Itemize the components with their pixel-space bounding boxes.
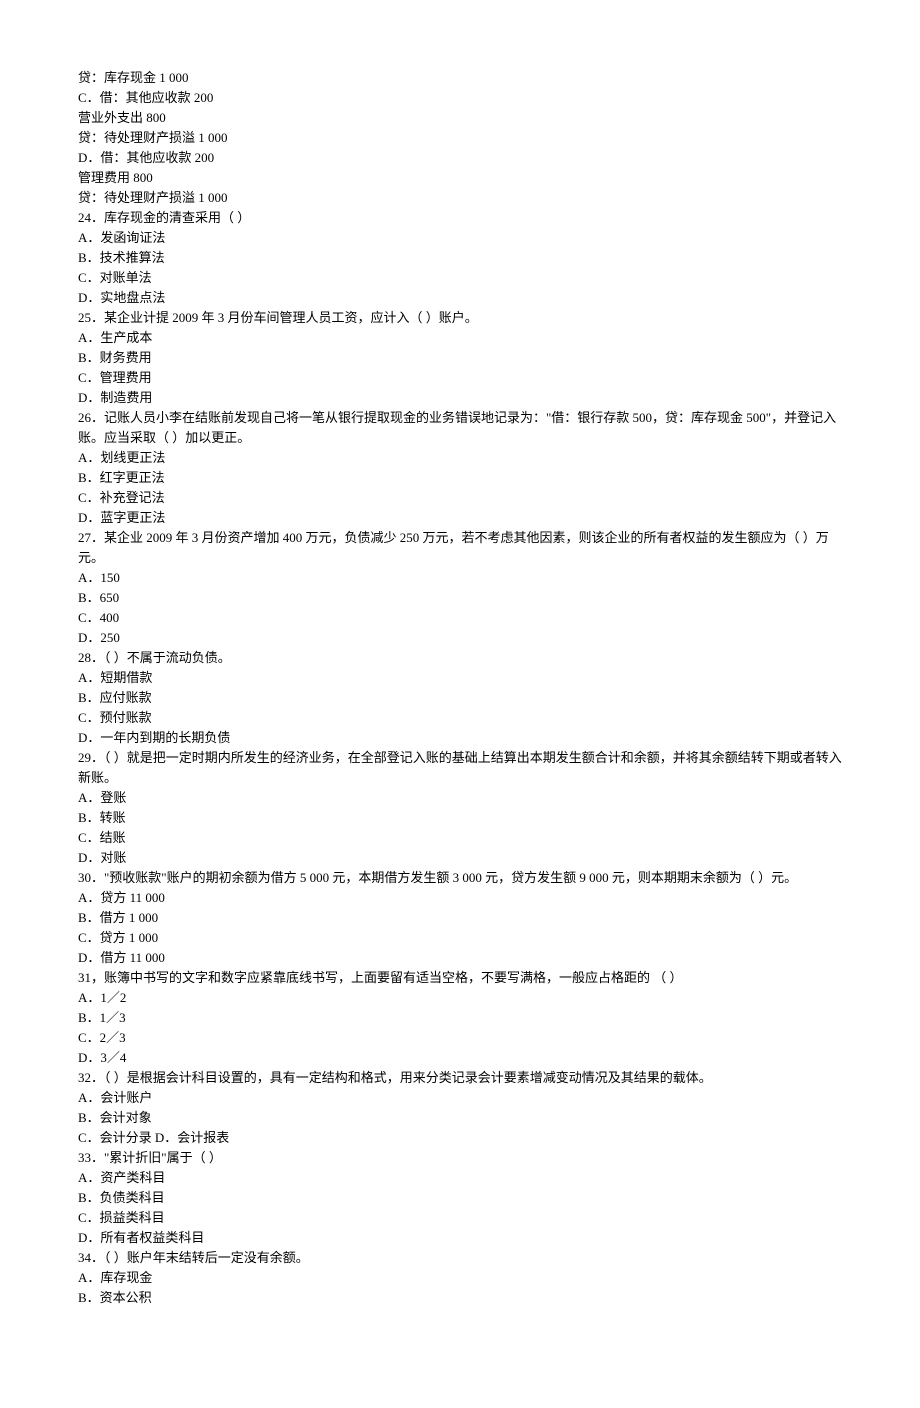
text-line: A．会计账户 — [78, 1088, 842, 1108]
text-line: B．1／3 — [78, 1008, 842, 1028]
text-line: 33．"累计折旧"属于（ ） — [78, 1148, 842, 1168]
text-line: C．管理费用 — [78, 368, 842, 388]
text-line: 贷：待处理财产损溢 1 000 — [78, 128, 842, 148]
text-line: C．结账 — [78, 828, 842, 848]
text-line: A．1／2 — [78, 988, 842, 1008]
text-line: A．资产类科目 — [78, 1168, 842, 1188]
text-line: B．技术推算法 — [78, 248, 842, 268]
text-line: B．财务费用 — [78, 348, 842, 368]
text-line: C．补充登记法 — [78, 488, 842, 508]
text-line: 营业外支出 800 — [78, 108, 842, 128]
text-line: D．制造费用 — [78, 388, 842, 408]
text-line: C．贷方 1 000 — [78, 928, 842, 948]
text-line: 管理费用 800 — [78, 168, 842, 188]
text-line: C．400 — [78, 608, 842, 628]
text-line: A．150 — [78, 568, 842, 588]
text-line: 24．库存现金的清查采用（ ） — [78, 208, 842, 228]
text-line: B．借方 1 000 — [78, 908, 842, 928]
text-line: B．资本公积 — [78, 1288, 842, 1308]
text-line: 27．某企业 2009 年 3 月份资产增加 400 万元，负债减少 250 万… — [78, 528, 842, 568]
text-line: D．借：其他应收款 200 — [78, 148, 842, 168]
text-line: 贷：待处理财产损溢 1 000 — [78, 188, 842, 208]
text-line: 贷：库存现金 1 000 — [78, 68, 842, 88]
text-line: C．会计分录 D．会计报表 — [78, 1128, 842, 1148]
text-line: D．对账 — [78, 848, 842, 868]
text-line: C．2／3 — [78, 1028, 842, 1048]
text-line: A．贷方 11 000 — [78, 888, 842, 908]
text-line: A．库存现金 — [78, 1268, 842, 1288]
text-line: D．250 — [78, 628, 842, 648]
document-body: 贷：库存现金 1 000C．借：其他应收款 200营业外支出 800贷：待处理财… — [78, 68, 842, 1308]
text-line: A．登账 — [78, 788, 842, 808]
text-line: 31，账簿中书写的文字和数字应紧靠底线书写，上面要留有适当空格，不要写满格，一般… — [78, 968, 842, 988]
text-line: A．划线更正法 — [78, 448, 842, 468]
text-line: A．发函询证法 — [78, 228, 842, 248]
text-line: B．会计对象 — [78, 1108, 842, 1128]
text-line: C．预付账款 — [78, 708, 842, 728]
text-line: C．对账单法 — [78, 268, 842, 288]
text-line: 29．（ ）就是把一定时期内所发生的经济业务，在全部登记入账的基础上结算出本期发… — [78, 748, 842, 788]
text-line: B．650 — [78, 588, 842, 608]
text-line: 25．某企业计提 2009 年 3 月份车间管理人员工资，应计入（ ）账户。 — [78, 308, 842, 328]
text-line: B．转账 — [78, 808, 842, 828]
text-line: A．生产成本 — [78, 328, 842, 348]
text-line: A．短期借款 — [78, 668, 842, 688]
text-line: D．实地盘点法 — [78, 288, 842, 308]
text-line: 30．"预收账款"账户的期初余额为借方 5 000 元，本期借方发生额 3 00… — [78, 868, 842, 888]
text-line: D．借方 11 000 — [78, 948, 842, 968]
text-line: B．负债类科目 — [78, 1188, 842, 1208]
text-line: D．一年内到期的长期负债 — [78, 728, 842, 748]
text-line: D．蓝字更正法 — [78, 508, 842, 528]
text-line: D．3／4 — [78, 1048, 842, 1068]
text-line: C．借：其他应收款 200 — [78, 88, 842, 108]
text-line: B．红字更正法 — [78, 468, 842, 488]
text-line: 28．（ ）不属于流动负债。 — [78, 648, 842, 668]
text-line: 26．记账人员小李在结账前发现自己将一笔从银行提取现金的业务错误地记录为："借：… — [78, 408, 842, 448]
text-line: 34．（ ）账户年末结转后一定没有余额。 — [78, 1248, 842, 1268]
text-line: C．损益类科目 — [78, 1208, 842, 1228]
text-line: D．所有者权益类科目 — [78, 1228, 842, 1248]
text-line: 32．（ ）是根据会计科目设置的，具有一定结构和格式，用来分类记录会计要素增减变… — [78, 1068, 842, 1088]
text-line: B．应付账款 — [78, 688, 842, 708]
